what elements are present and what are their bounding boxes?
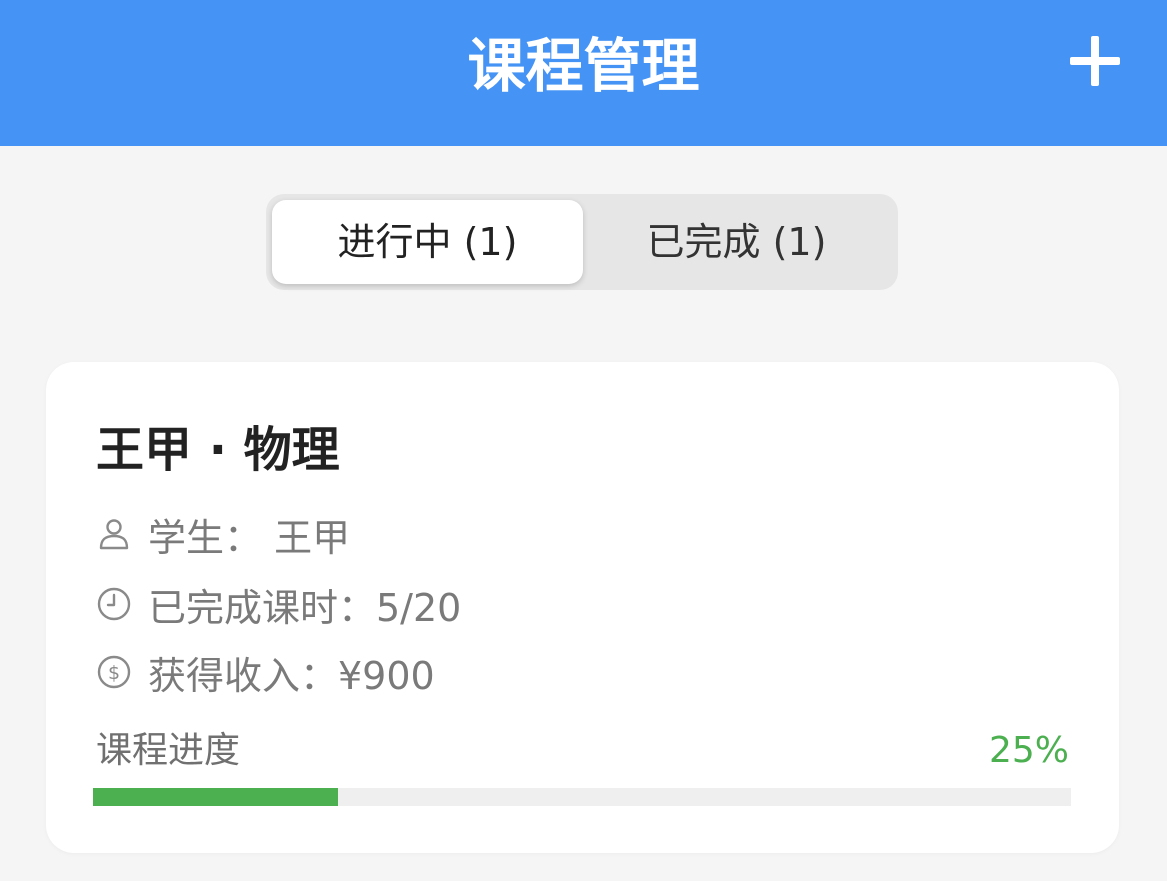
progress-bar-fill [93, 788, 338, 806]
tab-completed[interactable]: 已完成 (1) [581, 200, 892, 284]
clock-icon [97, 587, 131, 621]
person-icon [99, 519, 129, 550]
tab-in-progress[interactable]: 进行中 (1) [272, 200, 583, 284]
student-text: 学生： 王甲 [148, 515, 351, 560]
lessons-row: 已完成课时：5/20 [96, 578, 461, 630]
progress-percent: 25% [988, 730, 1069, 771]
progress-bar [93, 788, 1071, 806]
income-row: $ 获得收入：¥900 [96, 646, 435, 698]
course-title: 王甲 · 物理 [96, 422, 340, 478]
course-card[interactable]: 王甲 · 物理 学生： 王甲 已完成课时：5/20 $ 获得收入：¥900 课程… [46, 362, 1119, 853]
lessons-text: 已完成课时：5/20 [148, 585, 462, 630]
add-course-button[interactable] [1064, 30, 1126, 92]
income-text: 获得收入：¥900 [148, 653, 435, 698]
progress-label: 课程进度 [96, 730, 241, 771]
page-title: 课程管理 [467, 32, 700, 100]
dollar-icon: $ [97, 655, 131, 689]
status-segmented-control: 进行中 (1) 已完成 (1) [266, 194, 898, 290]
student-row: 学生： 王甲 [96, 508, 350, 560]
app-header: 课程管理 [0, 0, 1167, 146]
svg-text:$: $ [108, 662, 120, 684]
